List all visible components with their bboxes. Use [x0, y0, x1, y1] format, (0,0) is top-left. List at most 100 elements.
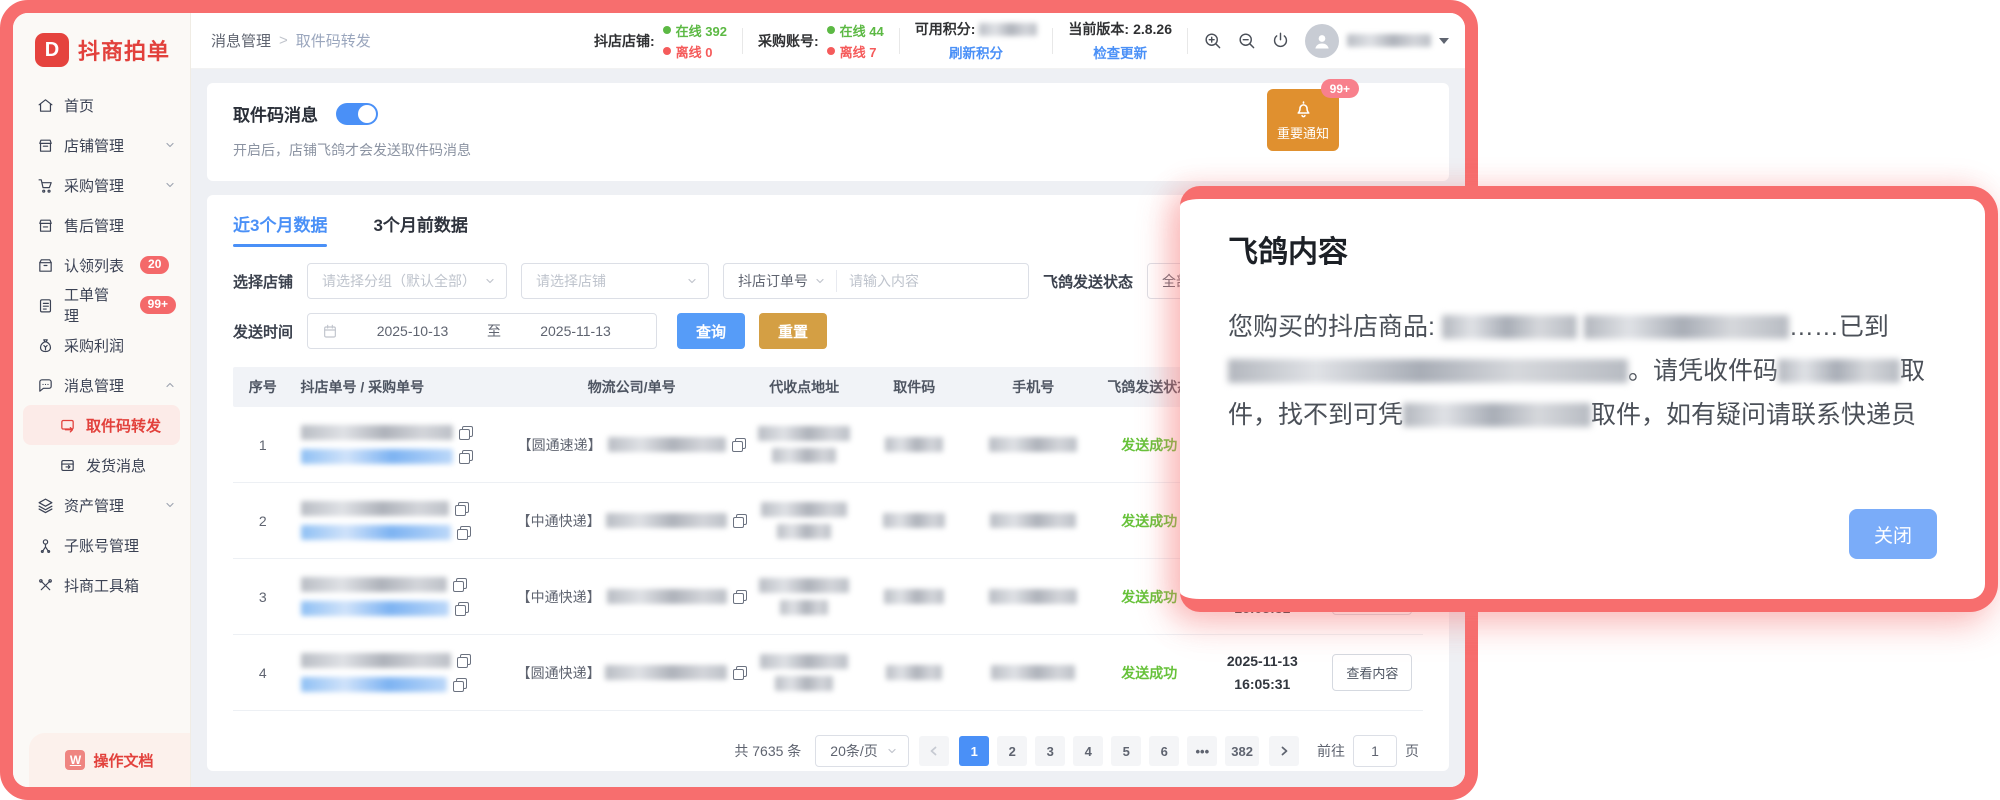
forward-window-icon: [59, 417, 76, 434]
sidebar-item-home[interactable]: 首页: [13, 85, 190, 125]
operation-doc-link[interactable]: W 操作文档: [29, 733, 190, 787]
send-status: 发送成功: [1121, 587, 1177, 607]
goto-label: 前往: [1317, 741, 1345, 761]
send-status: 发送成功: [1121, 435, 1177, 455]
cart-icon: [37, 177, 54, 194]
phone-redacted: [991, 665, 1075, 680]
sidebar-item-delivery-message[interactable]: 发货消息: [13, 445, 190, 485]
reset-button[interactable]: 重置: [759, 313, 827, 349]
power-icon[interactable]: [1271, 31, 1290, 50]
order-content-input[interactable]: [837, 273, 1028, 289]
divider: [1187, 28, 1188, 54]
next-page-button[interactable]: [1269, 736, 1299, 766]
copy-icon[interactable]: [455, 502, 469, 516]
goto-page-input[interactable]: [1353, 735, 1397, 767]
table-row: 4 【圆通快递】 发送成功 2025-11-13 16:05:31 查: [233, 635, 1423, 711]
divider: [899, 28, 900, 54]
sidebar-item-pickup-code-forward[interactable]: 取件码转发: [23, 405, 180, 445]
page-button[interactable]: 4: [1073, 736, 1103, 766]
page-button[interactable]: 1: [959, 736, 989, 766]
search-button[interactable]: 查询: [677, 313, 745, 349]
pickup-message-card: 取件码消息 开启后，店铺飞鸽才会发送取件码消息 重要通知 99+: [207, 83, 1449, 181]
chevron-down-icon: [164, 499, 176, 511]
sidebar-item-purchase-profit[interactable]: 采购利润: [13, 325, 190, 365]
send-status: 发送成功: [1121, 663, 1177, 683]
purchase-status-label: 采购账号:: [758, 31, 819, 51]
purchase-no-redacted[interactable]: [301, 525, 451, 540]
view-content-button[interactable]: 查看内容: [1332, 654, 1412, 691]
dropdown-caret-icon: [1439, 38, 1449, 44]
copy-icon[interactable]: [733, 666, 747, 680]
sidebar-item-workorder-mgmt[interactable]: 工单管理 99+: [13, 285, 190, 325]
important-notice-button[interactable]: 重要通知 99+: [1267, 89, 1339, 151]
points-group: 可用积分: 刷新积分: [915, 19, 1038, 62]
send-status-label: 飞鸽发送状态: [1043, 271, 1133, 292]
purchase-no-redacted[interactable]: [301, 449, 453, 464]
zoom-in-icon[interactable]: [1203, 31, 1222, 50]
phone-redacted: [989, 437, 1077, 452]
sidebar-item-subaccount-mgmt[interactable]: 子账号管理: [13, 525, 190, 565]
page-button[interactable]: 5: [1111, 736, 1141, 766]
chevron-down-icon: [164, 179, 176, 191]
product-name-redacted: [1442, 315, 1577, 339]
copy-icon[interactable]: [732, 438, 746, 452]
copy-icon[interactable]: [459, 426, 473, 440]
workorder-count-badge: 99+: [140, 296, 176, 315]
offline-dot: [663, 47, 671, 55]
check-update-link[interactable]: 检查更新: [1093, 42, 1147, 62]
modal-message: 您购买的抖店商品: ……已到。请凭收件码取件，找不到可凭取件，如有疑问请联系快递…: [1228, 305, 1937, 437]
date-to-label: 至: [487, 321, 501, 341]
person-nodes-icon: [37, 537, 54, 554]
copy-icon[interactable]: [459, 450, 473, 464]
logo-text: 抖商拍单: [78, 34, 170, 66]
sidebar-item-aftersale-mgmt[interactable]: 售后管理: [13, 205, 190, 245]
refresh-points-link[interactable]: 刷新积分: [949, 42, 1003, 62]
offline-dot: [827, 47, 835, 55]
chat-bubble-icon: [37, 377, 54, 394]
group-select[interactable]: 请选择分组（默认全部）: [307, 263, 507, 299]
send-status: 发送成功: [1121, 511, 1177, 531]
copy-icon[interactable]: [457, 526, 471, 540]
sidebar-item-shop-mgmt[interactable]: 店铺管理: [13, 125, 190, 165]
user-menu[interactable]: [1305, 24, 1449, 58]
zoom-out-icon[interactable]: [1237, 31, 1256, 50]
sidebar-item-message-mgmt[interactable]: 消息管理: [13, 365, 190, 405]
send-time-label: 发送时间: [233, 321, 293, 342]
order-search-combo: 抖店订单号: [723, 263, 1029, 299]
purchase-no-redacted[interactable]: [301, 601, 449, 616]
sidebar-item-toolbox[interactable]: 抖商工具箱: [13, 565, 190, 605]
copy-icon[interactable]: [453, 678, 467, 692]
order-type-select[interactable]: 抖店订单号: [724, 271, 836, 291]
copy-icon[interactable]: [457, 654, 471, 668]
pickup-address-redacted: [758, 426, 850, 463]
points-label: 可用积分:: [915, 19, 976, 39]
copy-icon[interactable]: [733, 590, 747, 604]
page-ellipsis[interactable]: •••: [1187, 736, 1217, 766]
shop-status-label: 抖店店铺:: [594, 31, 655, 51]
notice-count-badge: 99+: [1321, 79, 1359, 98]
sidebar-item-purchase-mgmt[interactable]: 采购管理: [13, 165, 190, 205]
page-button[interactable]: 2: [997, 736, 1027, 766]
page-button[interactable]: 382: [1225, 736, 1259, 766]
page-size-select[interactable]: 20条/页: [815, 735, 909, 767]
sidebar-item-claim-list[interactable]: 认领列表 20: [13, 245, 190, 285]
copy-icon[interactable]: [733, 514, 747, 528]
modal-close-button[interactable]: 关闭: [1849, 509, 1937, 559]
copy-icon[interactable]: [453, 578, 467, 592]
page-button[interactable]: 6: [1149, 736, 1179, 766]
tab-recent-3-months[interactable]: 近3个月数据: [233, 211, 327, 247]
breadcrumb-parent[interactable]: 消息管理: [211, 30, 271, 51]
chevron-down-icon: [814, 275, 826, 287]
page-button[interactable]: 3: [1035, 736, 1065, 766]
prev-page-button[interactable]: [919, 736, 949, 766]
purchase-no-redacted[interactable]: [301, 677, 447, 692]
shop-select[interactable]: 请选择店铺: [521, 263, 709, 299]
date-range-picker[interactable]: 2025-10-13 至 2025-11-13: [307, 313, 657, 349]
copy-icon[interactable]: [455, 602, 469, 616]
version-value: 2.8.26: [1133, 21, 1172, 37]
sidebar-item-asset-mgmt[interactable]: 资产管理: [13, 485, 190, 525]
pickup-message-toggle[interactable]: [336, 103, 378, 125]
tab-before-3-months[interactable]: 3个月前数据: [373, 211, 467, 247]
top-header: 消息管理 > 取件码转发 抖店店铺: 在线 392 离线 0 采购账号:: [191, 13, 1465, 69]
home-icon: [37, 97, 54, 114]
